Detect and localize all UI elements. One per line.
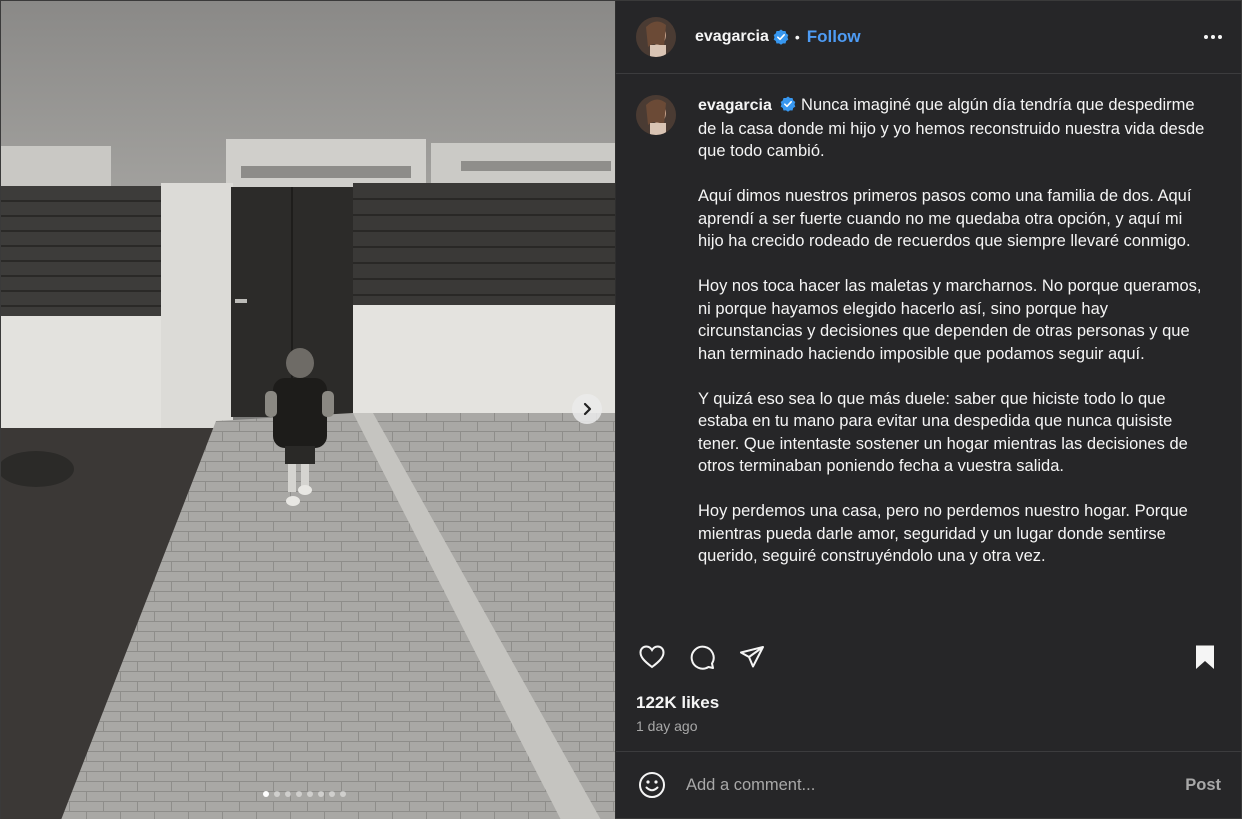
share-button[interactable] <box>736 641 768 673</box>
header-username[interactable]: evagarcia <box>695 28 769 46</box>
carousel-dot <box>317 791 324 797</box>
carousel-dot <box>284 791 291 797</box>
post-side-panel: evagarcia • Follow evagarcia Nunca imagi… <box>615 1 1241 818</box>
post-dialog: evagarcia • Follow evagarcia Nunca imagi… <box>0 0 1242 819</box>
caption-paragraph: Y quizá eso sea lo que más duele: saber … <box>698 389 1188 476</box>
next-slide-button[interactable] <box>572 394 602 424</box>
caption-username[interactable]: evagarcia <box>698 97 772 114</box>
avatar[interactable] <box>636 17 676 57</box>
like-count[interactable]: 122K likes <box>636 693 719 713</box>
caption-text: evagarcia Nunca imaginé que algún día te… <box>698 94 1208 590</box>
share-icon <box>740 646 764 668</box>
heart-icon <box>639 645 665 669</box>
chevron-right-icon <box>583 402 592 416</box>
comment-button[interactable] <box>686 641 718 673</box>
save-button[interactable] <box>1189 641 1221 673</box>
post-timestamp[interactable]: 1 day ago <box>636 718 698 734</box>
caption-paragraph: Hoy perdemos una casa, pero no perdemos … <box>698 502 1188 565</box>
carousel-indicator <box>1 791 615 797</box>
post-comment-button[interactable]: Post <box>1185 776 1221 795</box>
comment-icon <box>690 645 715 670</box>
post-media <box>1 1 615 819</box>
emoji-icon[interactable] <box>636 769 668 801</box>
post-photo <box>1 1 615 819</box>
more-options-button[interactable] <box>1201 25 1225 49</box>
verified-badge-icon <box>781 96 796 112</box>
follow-button[interactable]: Follow <box>807 27 861 47</box>
post-header: evagarcia • Follow <box>616 1 1241 74</box>
caption-avatar[interactable] <box>636 95 676 135</box>
carousel-dot <box>273 791 280 797</box>
carousel-dot <box>262 791 269 797</box>
more-options-icon <box>1204 35 1208 39</box>
comment-input[interactable] <box>686 775 1186 795</box>
avatar-image <box>636 17 676 57</box>
post-caption: evagarcia Nunca imaginé que algún día te… <box>636 94 1225 590</box>
like-button[interactable] <box>636 641 668 673</box>
carousel-dot <box>339 791 346 797</box>
bookmark-icon <box>1196 645 1214 669</box>
caption-paragraph: Nunca imaginé que algún día tendría que … <box>698 96 1205 160</box>
header-separator: • <box>794 29 800 45</box>
caption-paragraph: Hoy nos toca hacer las maletas y marchar… <box>698 277 1202 363</box>
post-actions <box>636 641 1221 673</box>
avatar-image <box>636 95 676 135</box>
carousel-dot <box>306 791 313 797</box>
caption-paragraph: Aquí dimos nuestros primeros pasos como … <box>698 187 1192 250</box>
comment-bar: Post <box>616 751 1241 818</box>
verified-badge-icon <box>773 29 789 45</box>
carousel-dot <box>328 791 335 797</box>
carousel-dot <box>295 791 302 797</box>
